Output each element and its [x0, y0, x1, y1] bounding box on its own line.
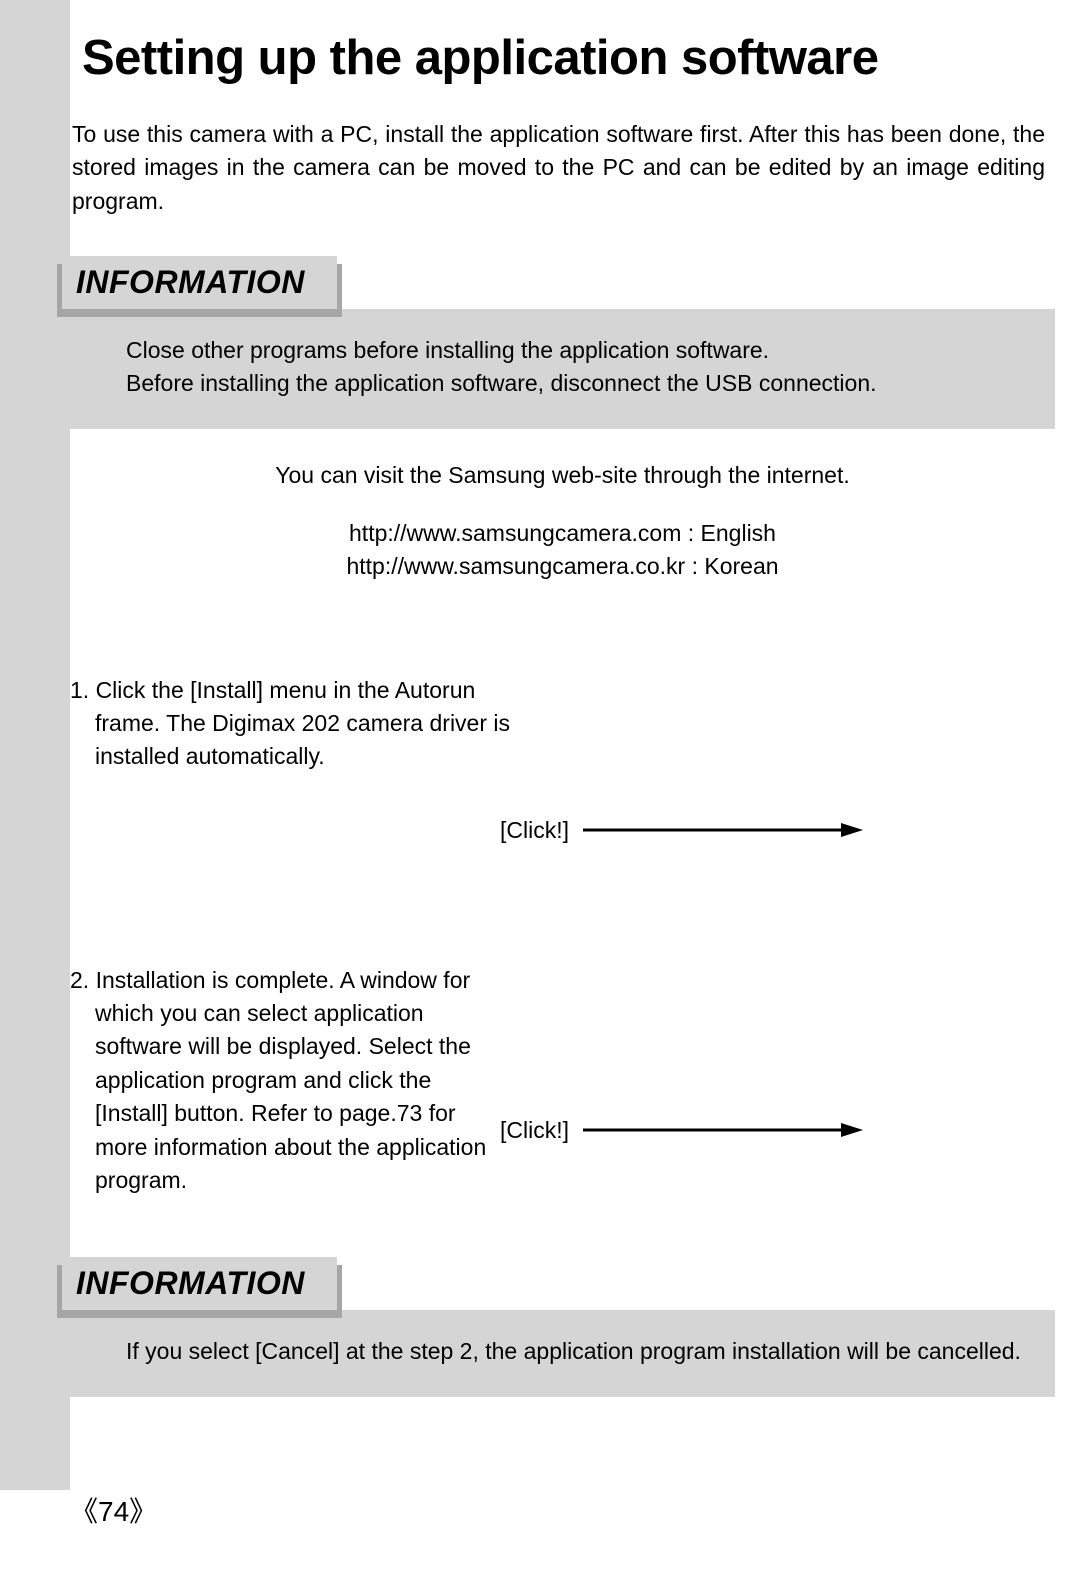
arrow-right-icon — [583, 1122, 863, 1138]
page-content: Setting up the application software To u… — [70, 0, 1055, 1397]
info-box-2-body: If you select [Cancel] at the step 2, th… — [62, 1310, 1055, 1396]
install-steps: 1. Click the [Install] menu in the Autor… — [70, 674, 1055, 1197]
info-tab: INFORMATION — [62, 256, 337, 309]
web-url-korean: http://www.samsungcamera.co.kr : Korean — [70, 550, 1055, 583]
step-2-body: 2. Installation is complete. A window fo… — [70, 964, 510, 1197]
page-title: Setting up the application software — [70, 0, 1055, 86]
step-2-text: 2. Installation is complete. A window fo… — [70, 964, 510, 1197]
step-1-click-callout: [Click!] — [500, 814, 863, 847]
page-number-value: 74 — [98, 1496, 129, 1527]
info-box-1-body: Close other programs before installing t… — [62, 309, 1055, 429]
info-box-1-header: INFORMATION — [70, 256, 1055, 309]
step-1: 1. Click the [Install] menu in the Autor… — [70, 674, 1055, 774]
step-1-click-label: [Click!] — [500, 814, 569, 847]
info1-line2: Before installing the application softwa… — [126, 367, 1035, 400]
step-2: 2. Installation is complete. A window fo… — [70, 964, 1055, 1197]
info-box-2-header: INFORMATION — [70, 1257, 1055, 1310]
info1-line1: Close other programs before installing t… — [126, 334, 1035, 367]
info-heading-1: INFORMATION — [76, 264, 305, 301]
step-1-text: 1. Click the [Install] menu in the Autor… — [70, 674, 510, 774]
web-section: You can visit the Samsung web-site throu… — [70, 459, 1055, 584]
close-bracket-icon: 》 — [129, 1497, 157, 1528]
open-bracket-icon: 《 — [70, 1497, 98, 1528]
info-heading-2: INFORMATION — [76, 1265, 305, 1302]
manual-page: Setting up the application software To u… — [0, 0, 1080, 1585]
step-1-body: 1. Click the [Install] menu in the Autor… — [70, 674, 510, 774]
web-lead: You can visit the Samsung web-site throu… — [70, 459, 1055, 492]
step-2-click-label: [Click!] — [500, 1114, 569, 1147]
info-tab-2: INFORMATION — [62, 1257, 337, 1310]
intro-paragraph: To use this camera with a PC, install th… — [70, 86, 1055, 218]
info2-body-text: If you select [Cancel] at the step 2, th… — [126, 1338, 1021, 1364]
arrow-right-icon — [583, 822, 863, 838]
step-2-click-callout: [Click!] — [500, 1114, 863, 1147]
page-number: 《74》 — [70, 1490, 157, 1530]
web-url-english: http://www.samsungcamera.com : English — [70, 517, 1055, 550]
